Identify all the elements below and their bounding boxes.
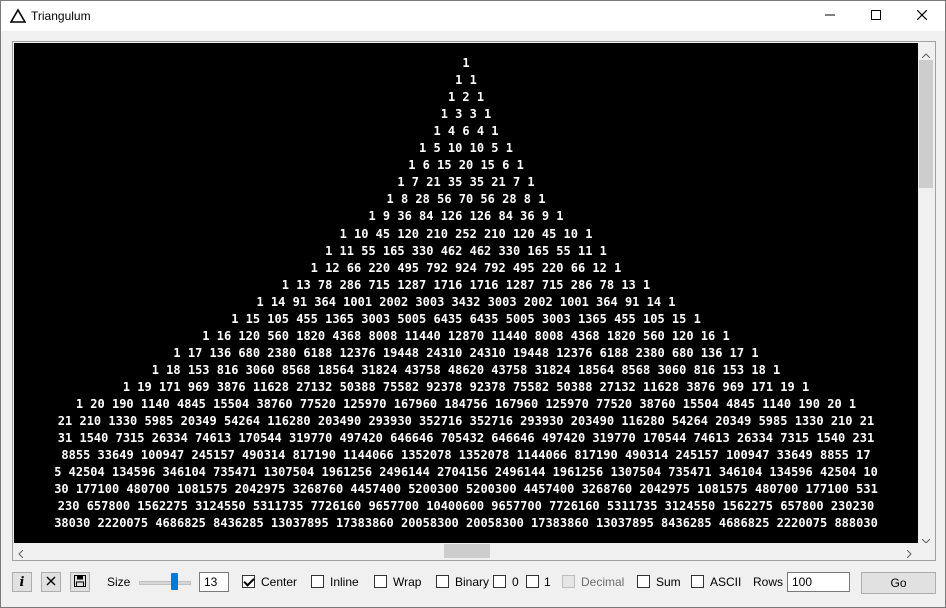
size-input[interactable]: 13	[199, 572, 229, 592]
triangle-row: 1 17 136 680 2380 6188 12376 19448 24310…	[173, 345, 759, 360]
close-icon	[916, 9, 928, 23]
horizontal-scroll-thumb[interactable]	[444, 544, 490, 558]
rows-input[interactable]: 100	[787, 572, 850, 592]
triangle-row: 1 8 28 56 70 56 28 8 1	[386, 192, 546, 207]
inline-label[interactable]: Inline	[330, 575, 359, 589]
maximize-button[interactable]	[853, 1, 899, 31]
triangle-row: 1 3 3 1	[440, 107, 492, 122]
app-window: Triangulum 1 1 1 1 2 1 1 3 3 1 1 4 6 4 1 1 5 …	[0, 0, 946, 608]
ascii-checkbox[interactable]	[691, 575, 704, 588]
triangle-row: 5 42504 134596 346104 735471 1307504 196…	[54, 465, 878, 480]
triangle-row: 1 2 1	[447, 90, 485, 105]
rows-label: Rows	[753, 575, 784, 589]
ascii-label[interactable]: ASCII	[710, 575, 741, 589]
triangle-canvas: 1 1 1 1 2 1 1 3 3 1 1 4 6 4 1 1 5 10 10 5 1 1 …	[14, 43, 918, 543]
scroll-right-icon[interactable]	[906, 547, 912, 561]
triangle-row: 1 7 21 35 35 21 7 1	[397, 175, 535, 190]
triangle-row: 1 18 153 816 3060 8568 18564 31824 43758…	[151, 362, 781, 377]
triangle-row: 30 177100 480700 1081575 2042975 3268760…	[54, 482, 878, 497]
triangle-row: 8855 33649 100947 245157 490314 817190 1…	[61, 448, 871, 463]
triangle-row: 38030 2220075 4686825 8436285 13037895 1…	[54, 516, 878, 531]
sum-checkbox[interactable]	[637, 575, 650, 588]
triangle-row: 1 14 91 364 1001 2002 3003 3432 3003 200…	[256, 294, 676, 309]
inline-checkbox[interactable]	[311, 575, 324, 588]
clear-button[interactable]	[41, 572, 61, 592]
binary-checkbox[interactable]	[436, 575, 449, 588]
triangle-row: 230 657800 1562275 3124550 5311735 77261…	[57, 499, 875, 514]
go-button-label: Go	[890, 576, 907, 590]
size-slider[interactable]	[139, 581, 191, 585]
size-label: Size	[107, 575, 131, 589]
triangle-row: 1 19 171 969 3876 11628 27132 50388 7558…	[122, 379, 810, 394]
vertical-scroll-thumb[interactable]	[919, 60, 933, 188]
horizontal-scrollbar[interactable]	[14, 543, 918, 559]
triangle-row: 1 10 45 120 210 252 210 120 45 10 1	[339, 226, 593, 241]
one-label[interactable]: 1	[544, 575, 551, 589]
save-icon	[74, 574, 86, 590]
sum-label[interactable]: Sum	[656, 575, 681, 589]
triangle-row: 21 210 1330 5985 20349 54264 116280 2034…	[57, 414, 875, 429]
decimal-label: Decimal	[581, 575, 625, 589]
size-slider-thumb[interactable]	[170, 573, 178, 590]
scroll-up-icon[interactable]	[921, 47, 931, 61]
triangle-row: 1 11 55 165 330 462 462 330 165 55 11 1	[325, 243, 607, 258]
zero-checkbox[interactable]	[493, 575, 506, 588]
decimal-checkbox[interactable]	[562, 575, 575, 588]
wrap-label[interactable]: Wrap	[393, 575, 421, 589]
binary-label[interactable]: Binary	[455, 575, 489, 589]
scrollbar-corner	[918, 543, 934, 559]
info-icon: i	[19, 574, 25, 590]
triangle-row: 1 1	[455, 73, 477, 88]
triangle-row: 1 15 105 455 1365 3003 5005 6435 6435 50…	[231, 311, 701, 326]
triangle-icon	[9, 8, 27, 24]
bottom-toolbar: i Size 13 Center Inline Wrap Binary 0 1	[1, 567, 945, 601]
triangle-row: 1 13 78 286 715 1287 1716 1716 1287 715 …	[281, 277, 651, 292]
triangle-row: 1 20 190 1140 4845 15504 38760 77520 125…	[75, 397, 857, 411]
triangle-row: 1 5 10 10 5 1	[419, 141, 513, 156]
triangle-row: 1 9 36 84 126 126 84 36 9 1	[368, 209, 564, 224]
triangle-row: 31 1540 7315 26334 74613 170544 319770 4…	[57, 431, 875, 446]
maximize-icon	[871, 9, 881, 23]
wrap-checkbox[interactable]	[374, 575, 387, 588]
triangle-row: 1 12 66 220 495 792 924 792 495 220 66 1…	[310, 260, 622, 275]
scroll-left-icon[interactable]	[18, 547, 24, 561]
info-button[interactable]: i	[12, 572, 32, 592]
close-icon	[46, 575, 56, 589]
one-checkbox[interactable]	[526, 575, 539, 588]
window-title: Triangulum	[31, 9, 91, 23]
minimize-button[interactable]	[807, 1, 853, 31]
center-checkbox[interactable]	[242, 575, 255, 588]
vertical-scrollbar[interactable]	[918, 43, 934, 544]
triangle-row: 1 4 6 4 1	[433, 124, 499, 139]
triangle-row: 1 16 120 560 1820 4368 8008 11440 12870 …	[202, 328, 730, 343]
center-label[interactable]: Center	[261, 575, 297, 589]
triangle-row: 1 6 15 20 15 6 1	[408, 158, 524, 173]
go-button[interactable]: Go	[861, 572, 936, 594]
title-bar[interactable]: Triangulum	[1, 1, 945, 31]
triangle-view: 1 1 1 1 2 1 1 3 3 1 1 4 6 4 1 1 5 10 10 5 1 1 …	[12, 41, 936, 561]
triangle-row: 1	[462, 56, 470, 70]
close-window-button[interactable]	[899, 1, 945, 31]
zero-label[interactable]: 0	[512, 575, 519, 589]
minimize-icon	[825, 9, 835, 23]
save-button[interactable]	[70, 572, 90, 592]
